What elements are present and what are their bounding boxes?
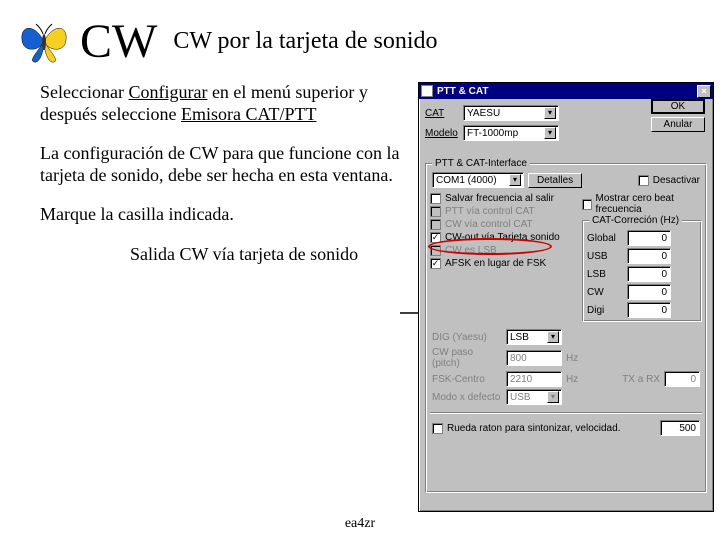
salvar-checkbox[interactable]: Salvar frecuencia al salir bbox=[430, 192, 582, 205]
chevron-down-icon: ▾ bbox=[509, 174, 521, 186]
global-input[interactable]: 0 bbox=[627, 230, 671, 246]
digi-corr-input[interactable]: 0 bbox=[627, 302, 671, 318]
rueda-checkbox[interactable]: Rueda raton para sintonizar, velocidad. bbox=[432, 422, 620, 435]
mostrar-checkbox[interactable]: Mostrar cero beat frecuencia bbox=[582, 192, 702, 216]
cw-out-soundcard-checkbox[interactable]: ✓CW-out vía Tarjeta sonido bbox=[430, 231, 582, 244]
page-footer: ea4zr bbox=[0, 516, 720, 532]
cw-lsb-checkbox[interactable]: CW es LSB bbox=[430, 244, 582, 257]
dig-select[interactable]: LSB▾ bbox=[506, 329, 562, 345]
cancel-button[interactable]: Anular bbox=[651, 117, 705, 132]
port-select[interactable]: COM1 (4000)▾ bbox=[432, 172, 524, 188]
cw-cat-checkbox[interactable]: CW vía control CAT bbox=[430, 218, 582, 231]
modo-select[interactable]: USB▾ bbox=[506, 389, 562, 405]
pitch-input[interactable]: 800 bbox=[506, 350, 562, 366]
close-button[interactable]: × bbox=[697, 85, 711, 98]
butterfly-icon bbox=[18, 18, 70, 66]
detalles-button[interactable]: Detalles bbox=[528, 173, 582, 188]
instruction-p4: Salida CW vía tarjeta de sonido bbox=[40, 244, 400, 266]
cw-corr-input[interactable]: 0 bbox=[627, 284, 671, 300]
ptt-cat-checkbox[interactable]: PTT vía control CAT bbox=[430, 205, 582, 218]
cat-select[interactable]: YAESU▾ bbox=[463, 105, 559, 121]
instruction-p3: Marque la casilla indicada. bbox=[40, 204, 400, 226]
ptt-cat-dialog: PTT & CAT × CAT YAESU▾ Modelo FT-1000mp▾… bbox=[418, 82, 714, 512]
chevron-down-icon: ▾ bbox=[544, 107, 556, 119]
fsk-input[interactable]: 2210 bbox=[506, 371, 562, 387]
instruction-p1: Seleccionar Configurar en el menú superi… bbox=[40, 82, 400, 125]
group-title: PTT & CAT-Interface bbox=[432, 158, 530, 169]
modelo-label: Modelo bbox=[425, 128, 463, 139]
dialog-titlebar[interactable]: PTT & CAT × bbox=[419, 83, 713, 99]
modelo-select[interactable]: FT-1000mp▾ bbox=[463, 125, 559, 141]
instructions: Seleccionar Configurar en el menú superi… bbox=[40, 82, 400, 284]
desactivar-checkbox[interactable]: Desactivar bbox=[638, 174, 700, 187]
lsb-corr-input[interactable]: 0 bbox=[627, 266, 671, 282]
page-title: CW bbox=[80, 14, 157, 69]
dialog-icon bbox=[421, 85, 433, 97]
page-subtitle: CW por la tarjeta de sonido bbox=[173, 28, 437, 55]
dialog-title: PTT & CAT bbox=[437, 86, 488, 97]
ok-button[interactable]: OK bbox=[651, 99, 705, 114]
cat-label: CAT bbox=[425, 108, 463, 119]
correction-group-title: CAT-Correción (Hz) bbox=[589, 215, 682, 226]
usb-corr-input[interactable]: 0 bbox=[627, 248, 671, 264]
instruction-p2: La configuración de CW para que funcione… bbox=[40, 143, 400, 186]
chevron-down-icon: ▾ bbox=[544, 127, 556, 139]
afsk-checkbox[interactable]: ✓AFSK en lugar de FSK bbox=[430, 257, 582, 270]
rueda-input[interactable]: 500 bbox=[660, 420, 700, 436]
page-header: CW CW por la tarjeta de sonido bbox=[18, 14, 437, 69]
txrx-input[interactable]: 0 bbox=[664, 371, 700, 387]
